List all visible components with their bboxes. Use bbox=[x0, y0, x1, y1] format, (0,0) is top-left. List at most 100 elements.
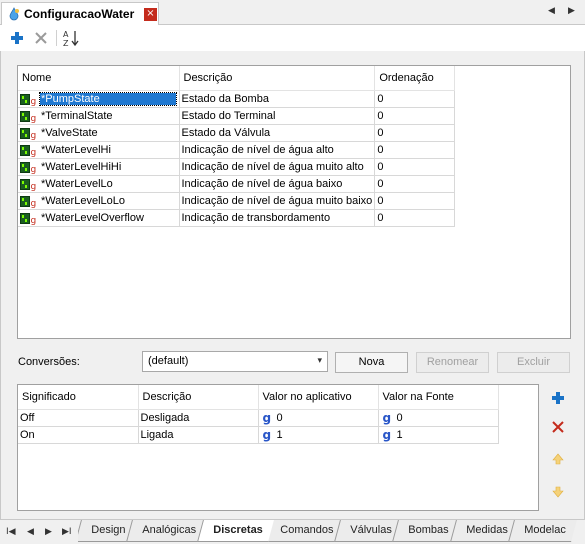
value-description-cell[interactable]: Ligada bbox=[138, 426, 259, 444]
svg-text:g: g bbox=[31, 182, 37, 191]
meaning-cell[interactable]: On bbox=[18, 426, 139, 444]
conversions-select-value: (default) bbox=[148, 355, 189, 367]
move-up-icon[interactable] bbox=[549, 450, 567, 468]
tab-scroll-left-icon[interactable]: ◀ bbox=[548, 6, 555, 16]
tag-description-cell[interactable]: Indicação de nível de água alto bbox=[179, 141, 376, 159]
delete-icon[interactable] bbox=[32, 29, 50, 47]
tags-grid: Nome Descrição Ordenação g *PumpState Esta… bbox=[17, 65, 571, 339]
discrete-tag-icon: g bbox=[20, 93, 37, 106]
close-tab-button[interactable]: × bbox=[144, 8, 157, 21]
value-row[interactable]: On Ligada g 1 g 1 bbox=[18, 426, 499, 444]
column-header-description[interactable]: Descrição bbox=[179, 66, 376, 91]
tag-description-cell[interactable]: Estado da Bomba bbox=[179, 90, 376, 108]
tag-name-cell[interactable]: g *WaterLevelHiHi bbox=[18, 158, 180, 176]
tag-order-cell[interactable]: 0 bbox=[374, 141, 456, 159]
sheet-tab-analógicas[interactable]: Analógicas bbox=[126, 520, 208, 542]
value-description-cell[interactable]: Desligada bbox=[138, 409, 259, 427]
values-table: Significado Descrição Valor no aplicativ… bbox=[18, 385, 499, 444]
value-row[interactable]: Off Desligada g 0 g 0 bbox=[18, 409, 499, 427]
last-sheet-icon[interactable]: ▶I bbox=[62, 527, 72, 537]
column-header-meaning[interactable]: Significado bbox=[18, 385, 139, 410]
tag-name-cell[interactable]: g *WaterLevelLoLo bbox=[18, 192, 180, 210]
tag-order-cell[interactable]: 0 bbox=[374, 107, 456, 125]
tag-name: *WaterLevelOverflow bbox=[41, 211, 144, 224]
column-header-app-value[interactable]: Valor no aplicativo bbox=[258, 385, 379, 410]
tag-row[interactable]: g *WaterLevelLo Indicação de nível de água… bbox=[18, 175, 456, 193]
tag-name-cell[interactable]: g *PumpState bbox=[18, 90, 180, 108]
tag-order-cell[interactable]: 0 bbox=[374, 90, 456, 108]
discrete-tag-icon: g bbox=[20, 110, 36, 123]
column-header-source-value[interactable]: Valor na Fonte bbox=[378, 385, 499, 410]
delete-conversion-button[interactable]: Excluir bbox=[497, 352, 570, 373]
tag-order-cell[interactable]: 0 bbox=[374, 209, 456, 227]
discrete-tag-icon: g bbox=[20, 178, 37, 191]
tag-name-cell[interactable]: g *WaterLevelLo bbox=[18, 175, 180, 193]
values-header-row: Significado Descrição Valor no aplicativ… bbox=[18, 385, 499, 410]
sheet-tab-bombas[interactable]: Bombas bbox=[392, 520, 460, 542]
value-type-icon: g bbox=[262, 410, 272, 425]
column-header-name[interactable]: Nome bbox=[18, 66, 180, 91]
first-sheet-icon[interactable]: I◀ bbox=[6, 527, 16, 537]
tag-name: *PumpState bbox=[39, 91, 177, 106]
svg-text:g: g bbox=[31, 148, 37, 157]
document-tab-title: ConfiguracaoWater bbox=[24, 7, 135, 21]
column-header-order[interactable]: Ordenação bbox=[374, 66, 456, 91]
tag-row[interactable]: g *TerminalState Estado do Terminal 0 bbox=[18, 107, 456, 125]
sort-az-icon[interactable]: A Z bbox=[62, 29, 80, 47]
column-header-value-description[interactable]: Descrição bbox=[138, 385, 259, 410]
value-type-icon: g bbox=[262, 427, 272, 442]
sheet-tab-modelac[interactable]: Modelac bbox=[508, 520, 577, 542]
svg-text:g: g bbox=[31, 97, 37, 106]
document-tab[interactable]: ConfiguracaoWater × bbox=[1, 2, 159, 25]
tag-name: *TerminalState bbox=[41, 109, 113, 122]
tag-row[interactable]: g *PumpState Estado da Bomba 0 bbox=[18, 90, 456, 108]
svg-text:g: g bbox=[31, 165, 37, 174]
add-icon[interactable] bbox=[8, 29, 26, 47]
source-value-cell[interactable]: g1 bbox=[378, 426, 499, 444]
chevron-down-icon: ▾ bbox=[317, 356, 322, 366]
rename-conversion-button[interactable]: Renomear bbox=[416, 352, 489, 373]
tag-row[interactable]: g *WaterLevelHi Indicação de nível de água… bbox=[18, 141, 456, 159]
tag-description-cell[interactable]: Estado da Válvula bbox=[179, 124, 376, 142]
source-value-cell[interactable]: g0 bbox=[378, 409, 499, 427]
tag-order-cell[interactable]: 0 bbox=[374, 175, 456, 193]
tag-order-cell[interactable]: 0 bbox=[374, 124, 456, 142]
tag-description-cell[interactable]: Estado do Terminal bbox=[179, 107, 376, 125]
delete-value-icon[interactable] bbox=[549, 418, 567, 436]
sheet-tab-discretas[interactable]: Discretas bbox=[197, 520, 274, 542]
app-value-cell[interactable]: g0 bbox=[258, 409, 379, 427]
tag-row[interactable]: g *WaterLevelHiHi Indicação de nível de ág… bbox=[18, 158, 456, 176]
tag-order-cell[interactable]: 0 bbox=[374, 192, 456, 210]
tag-name-cell[interactable]: g *TerminalState bbox=[18, 107, 180, 125]
tag-row[interactable]: g *ValveState Estado da Válvula 0 bbox=[18, 124, 456, 142]
tags-table: Nome Descrição Ordenação g *PumpState Esta… bbox=[18, 66, 456, 227]
discrete-tag-icon: g bbox=[20, 144, 37, 157]
tag-name-cell[interactable]: g *WaterLevelOverflow bbox=[18, 209, 180, 227]
app-value-cell[interactable]: g1 bbox=[258, 426, 379, 444]
sheet-tab-label: Comandos bbox=[279, 524, 334, 536]
conversions-select[interactable]: (default) ▾ bbox=[142, 351, 328, 372]
new-conversion-button[interactable]: Nova bbox=[335, 352, 408, 373]
discrete-tag-icon: g bbox=[20, 161, 37, 174]
tag-row[interactable]: g *WaterLevelLoLo Indicação de nível de ág… bbox=[18, 192, 456, 210]
tab-scroll-right-icon[interactable]: ▶ bbox=[568, 6, 575, 16]
tag-name-cell[interactable]: g *ValveState bbox=[18, 124, 180, 142]
sheet-tab-comandos[interactable]: Comandos bbox=[263, 520, 344, 542]
document-tabbar: ConfiguracaoWater × ◀ ▶ bbox=[0, 0, 585, 25]
tag-description-cell[interactable]: Indicação de nível de água muito baixo bbox=[179, 192, 376, 210]
meaning-cell[interactable]: Off bbox=[18, 409, 139, 427]
add-value-icon[interactable] bbox=[549, 389, 567, 407]
tag-description-cell[interactable]: Indicação de transbordamento bbox=[179, 209, 376, 227]
value-type-icon: g bbox=[382, 410, 392, 425]
tag-name-cell[interactable]: g *WaterLevelHi bbox=[18, 141, 180, 159]
next-sheet-icon[interactable]: ▶ bbox=[45, 527, 52, 537]
previous-sheet-icon[interactable]: ◀ bbox=[27, 527, 34, 537]
tag-name: *WaterLevelHi bbox=[41, 143, 111, 156]
tag-name: *WaterLevelLoLo bbox=[41, 194, 125, 207]
tag-order-cell[interactable]: 0 bbox=[374, 158, 456, 176]
tag-description-cell[interactable]: Indicação de nível de água baixo bbox=[179, 175, 376, 193]
tag-row[interactable]: g *WaterLevelOverflow Indicação de transbo… bbox=[18, 209, 456, 227]
tag-description-cell[interactable]: Indicação de nível de água muito alto bbox=[179, 158, 376, 176]
move-down-icon[interactable] bbox=[549, 483, 567, 501]
value-type-icon: g bbox=[382, 427, 392, 442]
